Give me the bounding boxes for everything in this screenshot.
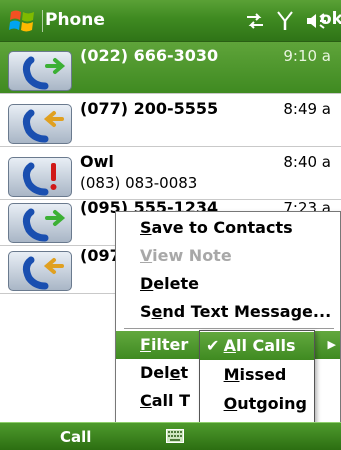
menu-item-send-text-message[interactable]: Send Text Message... (116, 298, 340, 326)
incoming-call-icon (8, 104, 72, 144)
submenu-label: ll Calls (235, 336, 296, 355)
submenu-item-missed[interactable]: Missed (200, 361, 314, 389)
call-softkey[interactable]: Call (60, 428, 91, 446)
app-title: Phone (45, 10, 105, 30)
menu-item-delete[interactable]: Delete (116, 270, 340, 298)
submenu-label: issed (239, 365, 287, 384)
submenu-item-outgoing[interactable]: Outgoing (200, 390, 314, 418)
submenu-accel: A (223, 336, 236, 355)
submenu-accel: M (223, 365, 240, 384)
incoming-call-icon (8, 251, 72, 291)
call-row[interactable]: Owl (083) 083-0083 8:40 a (0, 148, 341, 200)
ok-button[interactable]: ok (320, 9, 341, 29)
softkey-bar: Call (0, 422, 341, 450)
menu-item-view-note[interactable]: View Note (116, 242, 340, 270)
caller-name: Owl (80, 152, 114, 171)
checkmark-icon: ✔ (206, 336, 220, 355)
title-bar: Phone ok (0, 0, 341, 42)
keyboard-icon[interactable] (166, 429, 184, 443)
missed-call-icon (8, 157, 72, 197)
outgoing-call-icon (8, 203, 72, 243)
call-row[interactable]: (077) 200-5555 8:49 a (0, 95, 341, 147)
submenu-accel: O (223, 394, 238, 413)
menu-item-save-to-contacts[interactable]: Save to Contacts (116, 214, 340, 242)
call-time: 8:40 a (283, 153, 331, 171)
menu-label-pre: S (140, 302, 152, 321)
call-time: 9:10 a (283, 47, 331, 65)
submenu-arrow-icon: ▶ (327, 338, 336, 351)
caller-name: (077) 200-5555 (80, 99, 219, 118)
title-separator (42, 10, 43, 32)
outgoing-call-icon (8, 51, 72, 91)
call-row[interactable]: (022) 666-3030 9:10 a (0, 42, 341, 94)
menu-accel: C (140, 391, 152, 410)
menu-accel: S (140, 218, 152, 237)
menu-label: nd Text Message... (162, 302, 332, 321)
menu-accel: F (140, 335, 151, 354)
caller-name: (022) 666-3030 (80, 46, 219, 65)
menu-label: elete (153, 274, 199, 293)
status-icons (245, 10, 329, 32)
menu-accel: V (140, 246, 153, 265)
menu-label-pre: Del (140, 363, 170, 382)
menu-accel: e (151, 302, 163, 321)
caller-number: (083) 083-0083 (80, 174, 198, 192)
menu-accel: e (169, 363, 181, 382)
menu-label: t (180, 363, 189, 382)
menu-separator (124, 328, 334, 329)
connectivity-icon[interactable] (245, 12, 265, 30)
windows-start-icon[interactable] (8, 6, 38, 36)
menu-label: ave to Contacts (151, 218, 293, 237)
menu-label: ilter (150, 335, 189, 354)
menu-label: all T (151, 391, 190, 410)
call-time: 8:49 a (283, 100, 331, 118)
menu-accel: D (140, 274, 154, 293)
menu-label: iew Note (152, 246, 232, 265)
signal-antenna-icon[interactable] (277, 11, 293, 31)
submenu-label: utgoing (237, 394, 307, 413)
submenu-item-all-calls[interactable]: ✔ All Calls (200, 332, 314, 360)
